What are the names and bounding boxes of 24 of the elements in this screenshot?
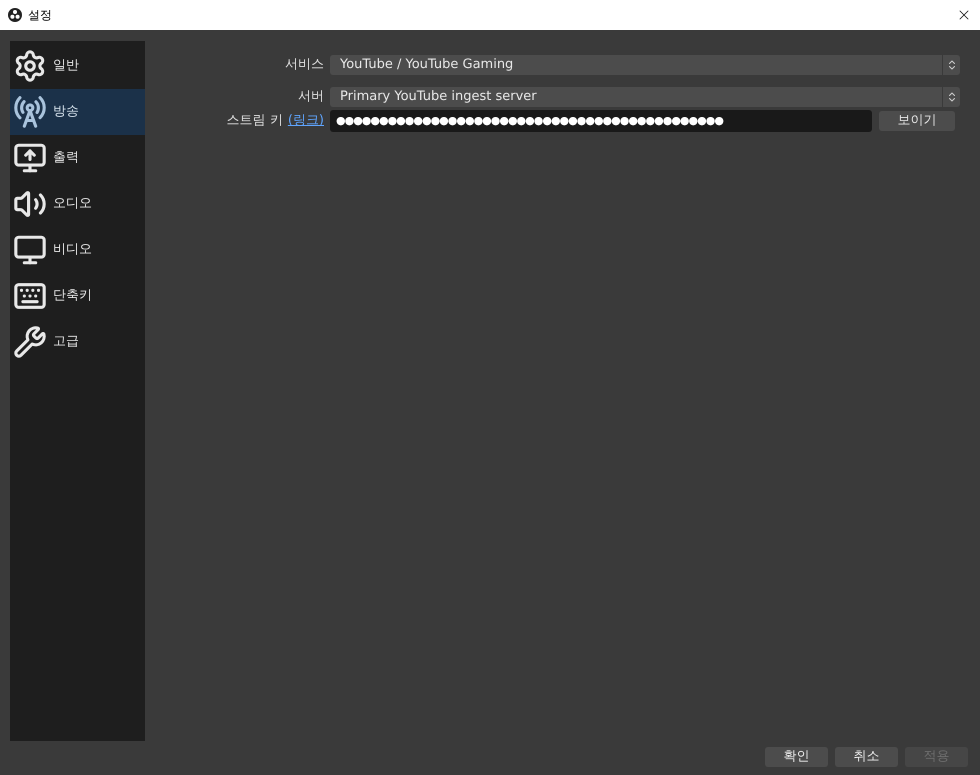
field-label: 서버: [297, 88, 324, 106]
field-label: 서비스: [284, 56, 324, 74]
sidebar-item[interactable]: 오디오: [10, 181, 145, 227]
link[interactable]: (링크): [288, 111, 324, 131]
sidebar-item[interactable]: 단축키: [10, 273, 145, 319]
sidebar-item[interactable]: 비디오: [10, 227, 145, 273]
sidebar-item[interactable]: 방송: [10, 89, 145, 135]
show-button[interactable]: 보이기: [879, 111, 955, 131]
sidebar-item[interactable]: 일반: [10, 43, 145, 89]
gear-icon: [13, 49, 47, 83]
dropdown[interactable]: YouTube / YouTube Gaming: [330, 55, 960, 75]
monitor-icon: [13, 233, 47, 267]
app-logo-icon: [8, 8, 22, 22]
sidebar-item[interactable]: 출력: [10, 135, 145, 181]
password-field[interactable]: ●●●●●●●●●●●●●●●●●●●●●●●●●●●●●●●●●●●●●●●●●●●●●: [330, 110, 872, 132]
sidebar-item[interactable]: 고급: [10, 319, 145, 365]
antenna-icon: [13, 95, 47, 129]
dialog-button[interactable]: 확인: [765, 747, 828, 767]
dropdown[interactable]: Primary YouTube ingest server: [330, 87, 960, 107]
tools-icon: [13, 325, 47, 359]
field-label: 스트림 키: [226, 112, 283, 130]
dialog-button[interactable]: 취소: [835, 747, 898, 767]
window-title: 설정: [28, 7, 53, 24]
monitor-arrow-icon: [13, 141, 47, 175]
